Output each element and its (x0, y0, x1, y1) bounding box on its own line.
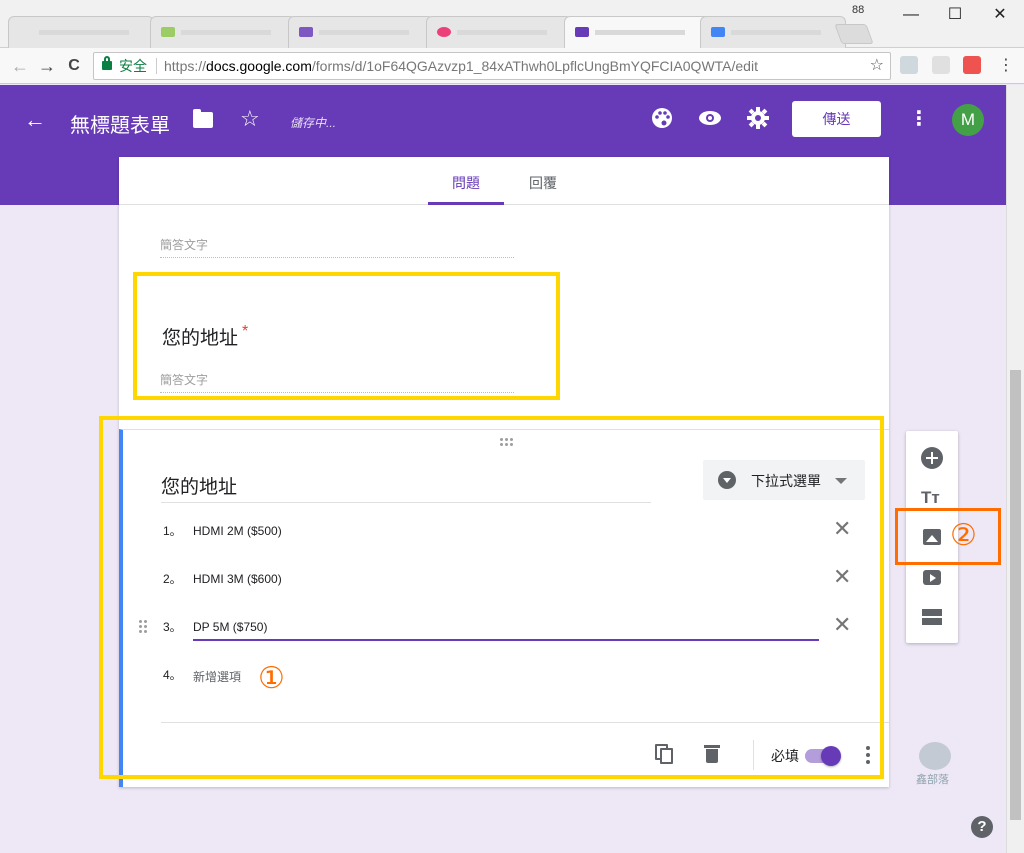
tab-title-blurred (39, 30, 129, 35)
settings-gear-icon[interactable] (746, 107, 770, 131)
bookmark-star-icon[interactable]: ☆ (870, 53, 884, 79)
close-window-button[interactable]: ✕ (977, 2, 1023, 28)
tab-title-blurred (319, 30, 409, 35)
minimize-button[interactable]: — (888, 2, 934, 28)
tab-title-blurred (181, 30, 271, 35)
help-icon[interactable]: ? (971, 816, 993, 838)
tab-favicon-icon (161, 27, 175, 37)
back-arrow-icon[interactable]: ← (24, 107, 46, 133)
extension-icon[interactable] (900, 56, 918, 74)
saving-status: 儲存中... (290, 116, 337, 130)
editor-tabs: 問題 回覆 (119, 157, 889, 205)
tab-questions[interactable]: 問題 (452, 173, 480, 193)
browser-tabstrip: 88 — ☐ ✕ (0, 0, 1024, 48)
forward-nav-button[interactable]: → (35, 54, 59, 78)
extension-icon[interactable] (932, 56, 950, 74)
preview-eye-icon[interactable] (698, 107, 722, 131)
browser-tab-active[interactable] (564, 16, 710, 48)
tab-favicon-icon (711, 27, 725, 37)
folder-icon[interactable] (193, 109, 213, 128)
browser-tab[interactable] (8, 16, 154, 48)
browser-toolbar: ← → C 安全 https://docs.google.com/forms/d… (0, 48, 1024, 84)
tab-favicon-icon (299, 27, 313, 37)
tab-title-blurred (595, 30, 685, 35)
watermark-icon (919, 742, 951, 770)
tab-count-badge: 88 (852, 4, 865, 16)
page-scrollbar[interactable] (1006, 85, 1024, 853)
address-bar[interactable]: 安全 https://docs.google.com/forms/d/1oF64… (93, 52, 891, 80)
send-button[interactable]: 傳送 (792, 101, 881, 137)
star-icon[interactable]: ☆ (240, 106, 260, 132)
url-path: /forms/d/1oF64QGAzvzp1_84xAThwh0LpflcUng… (311, 58, 758, 74)
url-host: docs.google.com (206, 58, 312, 74)
browser-tab[interactable] (700, 16, 846, 48)
add-title-icon[interactable]: Tт (921, 487, 943, 509)
secure-label: 安全 (119, 58, 147, 74)
annotation-step-2: ② (950, 519, 977, 552)
url-scheme: https:// (164, 58, 207, 74)
tab-favicon-icon (437, 27, 451, 37)
add-video-icon[interactable] (921, 566, 943, 588)
more-options-icon[interactable]: ⋮ (907, 107, 931, 131)
back-nav-button[interactable]: ← (8, 54, 32, 78)
form-title[interactable]: 無標題表單 (70, 109, 170, 138)
browser-tab[interactable] (288, 16, 434, 48)
palette-icon[interactable] (650, 107, 674, 131)
tab-title-blurred (457, 30, 547, 35)
url-divider (156, 58, 157, 74)
watermark-logo: 鑫部落 (915, 740, 955, 788)
url-text: https://docs.google.com/forms/d/1oF64QGA… (164, 53, 758, 79)
add-question-icon[interactable] (921, 447, 943, 469)
forms-favicon-icon (575, 27, 589, 37)
highlight-box-address-question (133, 272, 560, 400)
scrollbar-thumb[interactable] (1010, 370, 1021, 820)
highlight-box-dropdown-question (99, 416, 884, 779)
tab-title-blurred (731, 30, 821, 35)
maximize-button[interactable]: ☐ (932, 2, 978, 28)
browser-menu-icon[interactable]: ⋮ (994, 54, 1018, 78)
cart-extension-icon[interactable] (963, 56, 981, 74)
lock-icon (102, 56, 112, 70)
highlight-box-image-button (895, 508, 1001, 565)
watermark-text: 鑫部落 (916, 774, 949, 786)
active-tab-indicator (428, 202, 504, 205)
annotation-step-1: ① (258, 662, 285, 695)
browser-tab[interactable] (150, 16, 296, 48)
browser-tab[interactable] (426, 16, 572, 48)
add-section-icon[interactable] (921, 606, 943, 628)
avatar[interactable]: M (952, 104, 984, 136)
short-answer-placeholder: 簡答文字 (160, 236, 514, 258)
reload-button[interactable]: C (62, 54, 86, 78)
tab-responses[interactable]: 回覆 (529, 173, 557, 193)
new-tab-button[interactable] (834, 24, 874, 44)
